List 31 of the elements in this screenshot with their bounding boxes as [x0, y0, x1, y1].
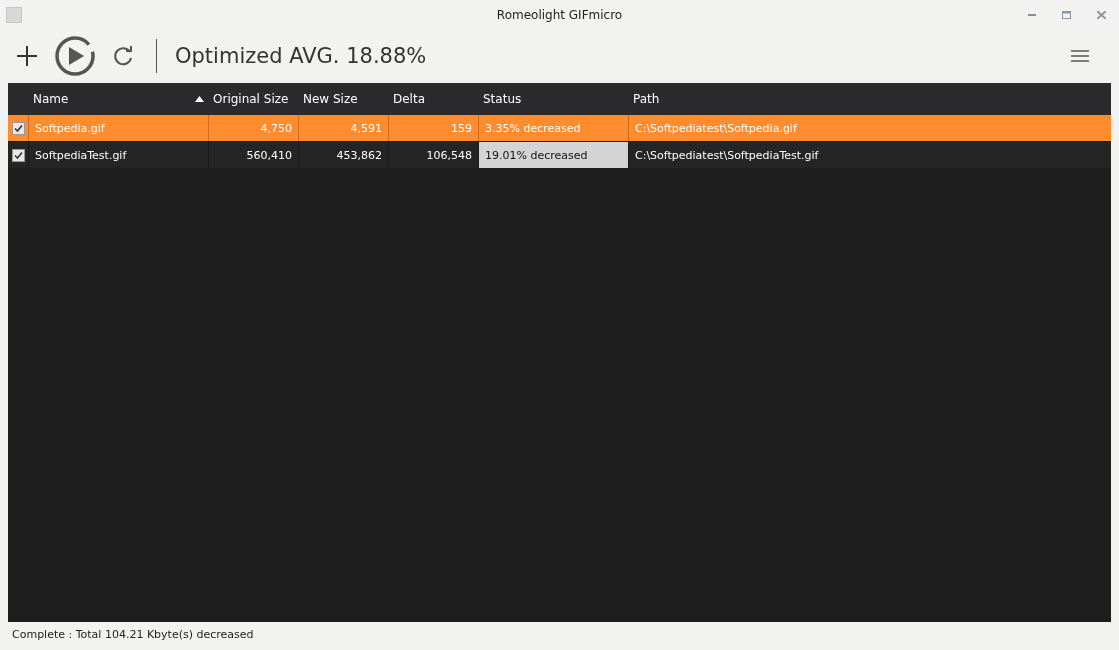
table-cell: C:\Softpediatest\SoftpediaTest.gif — [628, 142, 1111, 168]
column-header[interactable]: Path — [628, 83, 1111, 115]
status-bar-text: Complete : Total 104.21 Kbyte(s) decreased — [11, 627, 255, 643]
column-header[interactable]: Status — [478, 83, 628, 115]
table-cell: 159 — [388, 115, 478, 141]
refresh-icon[interactable] — [112, 45, 134, 67]
play-icon[interactable] — [54, 35, 96, 77]
close-icon[interactable] — [1097, 11, 1106, 19]
table-cell: 560,410 — [208, 142, 298, 168]
column-header[interactable]: Name — [28, 83, 208, 115]
table-cell: 3.35% decreased — [478, 115, 628, 141]
table-cell: 4,750 — [208, 115, 298, 141]
maximize-icon[interactable] — [1062, 11, 1071, 19]
table-cell: 453,862 — [298, 142, 388, 168]
column-header[interactable]: New Size — [298, 83, 388, 115]
table-cell: Softpedia.gif — [28, 115, 208, 141]
file-row[interactable]: SoftpediaTest.gif 560,410 453,862 106,548 19.01% decreased C:\Softpediatest\SoftpediaTest.gif — [8, 142, 1111, 168]
table-cell: C:\Softpediatest\Softpedia.gif — [628, 115, 1111, 141]
column-header[interactable]: Delta — [388, 83, 478, 115]
column-header[interactable]: Original Size — [208, 83, 298, 115]
window-title: Romeolight GIFmicro — [496, 8, 623, 22]
app-logo-icon — [6, 7, 22, 23]
add-icon[interactable] — [16, 45, 38, 67]
menu-icon[interactable] — [1071, 50, 1089, 62]
checkbox[interactable] — [11, 148, 25, 162]
minimize-icon[interactable] — [1027, 13, 1036, 17]
checkbox[interactable] — [11, 121, 25, 135]
table-cell: 4,591 — [298, 115, 388, 141]
optimization-summary: Optimized AVG. 18.88% — [175, 44, 427, 68]
table-cell: SoftpediaTest.gif — [28, 142, 208, 168]
table-cell: 19.01% decreased — [478, 142, 628, 168]
